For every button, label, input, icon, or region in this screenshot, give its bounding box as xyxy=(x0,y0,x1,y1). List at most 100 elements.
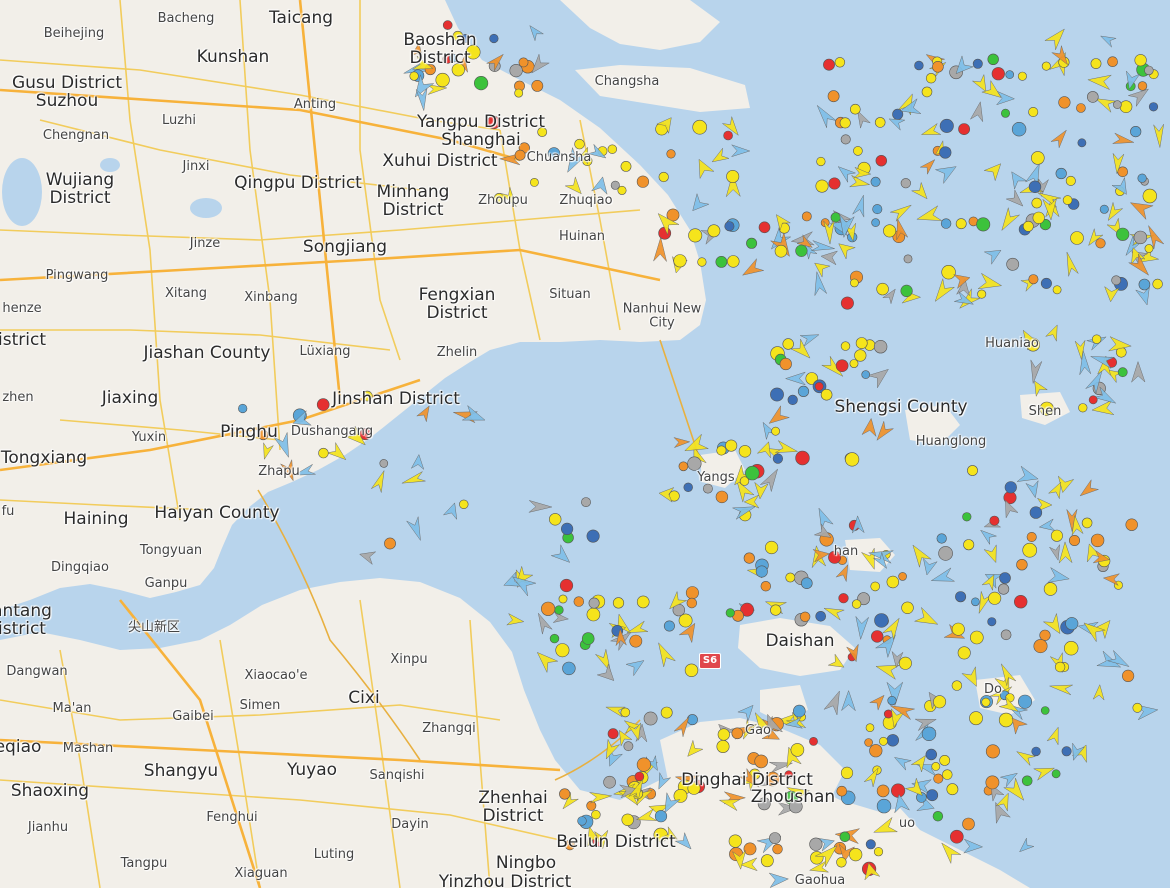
vessel-dot xyxy=(1077,138,1087,148)
label-huinan: Huinan xyxy=(558,229,606,245)
vessel-dot xyxy=(792,704,806,718)
vessel-dot xyxy=(883,224,897,238)
vessel-arrow xyxy=(890,204,912,222)
vessel-arrow xyxy=(922,557,938,576)
vessel-arrow xyxy=(1092,683,1105,701)
vessel-dot xyxy=(816,156,826,167)
label-dushangang: Dushangang xyxy=(290,424,374,440)
vessel-dot xyxy=(629,634,643,648)
label-shaoxing: Shaoxing xyxy=(10,781,90,802)
label-dingqiao: Dingqiao xyxy=(51,560,109,576)
vessel-dot xyxy=(692,119,708,135)
vessel-dot xyxy=(1040,277,1052,289)
label-beihejing: Beihejing xyxy=(43,26,105,42)
vessel-dot xyxy=(379,459,389,468)
label-jianshanxinqu: 尖山新区 xyxy=(127,620,181,636)
vessel-dot xyxy=(581,497,591,507)
vessel-dot xyxy=(607,144,617,154)
vessel-dot xyxy=(997,583,1010,595)
vessel-dot xyxy=(540,601,556,616)
label-dayin: Dayin xyxy=(391,817,429,833)
label-jiashan-county: Jiashan County xyxy=(143,343,271,364)
highway-shield-s6: S6 xyxy=(699,653,721,669)
vessel-dot xyxy=(716,445,727,456)
vessel-dot xyxy=(823,58,835,71)
vessel-dot xyxy=(621,813,634,826)
vessel-dot xyxy=(1133,230,1148,245)
vessel-dot xyxy=(489,33,499,44)
label-antang: antangistrict xyxy=(0,601,52,639)
vessel-dot xyxy=(941,265,956,280)
vessel-arrow xyxy=(823,607,845,621)
vessel-arrow xyxy=(866,368,889,389)
vessel-arrow xyxy=(920,123,941,135)
vessel-dot xyxy=(683,482,693,492)
vessel-arrow xyxy=(711,147,730,163)
vessel-dot xyxy=(764,540,779,555)
vessel-dot xyxy=(715,255,728,268)
vessel-dot xyxy=(1113,100,1122,109)
vessel-dot xyxy=(828,177,841,190)
label-xinbang: Xinbang xyxy=(244,290,298,306)
vessel-arrow xyxy=(1019,837,1035,853)
vessel-dot xyxy=(1076,103,1086,113)
vessel-dot xyxy=(1017,694,1032,709)
label-beilun-district: Beilun District xyxy=(556,832,676,853)
vessel-dot xyxy=(1091,334,1102,344)
vessel-dot xyxy=(876,784,890,798)
vessel-dot xyxy=(1041,61,1051,71)
vessel-dot xyxy=(1000,629,1012,641)
vessel-dot xyxy=(872,204,883,215)
vessel-arrow xyxy=(768,404,791,424)
vessel-arrow xyxy=(1094,98,1117,113)
vessel-dot xyxy=(1107,56,1118,68)
vessel-arrow xyxy=(1066,251,1079,277)
vessel-dot xyxy=(703,483,713,494)
vessel-arrow xyxy=(852,194,865,218)
vessel-dot xyxy=(898,572,907,581)
vessel-arrow xyxy=(626,620,649,633)
vessel-dot xyxy=(723,130,733,141)
vessel-dot xyxy=(660,706,673,719)
vessel-dot xyxy=(988,591,1002,605)
label-shangyu: Shangyu xyxy=(143,761,219,782)
vessel-dot xyxy=(509,63,523,78)
vessel-dot xyxy=(384,537,396,550)
vessel-dot xyxy=(686,714,698,726)
vessel-dot xyxy=(772,843,783,855)
vessel-arrow xyxy=(784,371,807,386)
vessel-arrow xyxy=(1107,202,1124,222)
vessel-dot xyxy=(573,596,584,607)
vessel-dot xyxy=(725,608,735,618)
vessel-dot xyxy=(942,769,953,780)
vessel-dot xyxy=(514,149,526,161)
lake-2 xyxy=(190,198,222,218)
vessel-arrow xyxy=(1058,541,1073,564)
vessel-dot xyxy=(987,53,999,65)
vessel-dot xyxy=(1005,70,1015,79)
vessel-arrow xyxy=(979,529,998,546)
vessel-arrow xyxy=(1130,360,1146,384)
label-shengsi-county: Shengsi County xyxy=(834,397,968,418)
label-maan: Ma'an xyxy=(52,701,92,717)
label-pingwang: Pingwang xyxy=(45,268,109,284)
vessel-arrow xyxy=(1087,74,1113,91)
label-situan: Situan xyxy=(549,287,591,303)
vessel-dot xyxy=(991,67,1005,81)
label-gusu-district: Gusu District Suzhou xyxy=(11,73,123,111)
vessel-dot xyxy=(1137,173,1147,183)
label-zhenhai-district: Zhenhai District xyxy=(478,788,548,826)
vessel-dot xyxy=(716,739,730,753)
vessel-dot xyxy=(998,712,1014,728)
vessel-dot xyxy=(726,170,740,184)
vessel-dot xyxy=(688,228,703,243)
label-luting: Luting xyxy=(313,847,355,863)
vessel-dot xyxy=(969,711,983,726)
vessel-dot xyxy=(865,723,875,733)
label-daishan2: Do xyxy=(984,682,1002,698)
vessel-dot xyxy=(874,613,889,628)
vessel-dot xyxy=(939,118,954,133)
vessel-dot xyxy=(586,529,600,543)
vessel-map[interactable]: Bacheng Taicang Beihejing Kunshan Baoshan Dis… xyxy=(0,0,1170,888)
vessel-dot xyxy=(738,445,752,458)
